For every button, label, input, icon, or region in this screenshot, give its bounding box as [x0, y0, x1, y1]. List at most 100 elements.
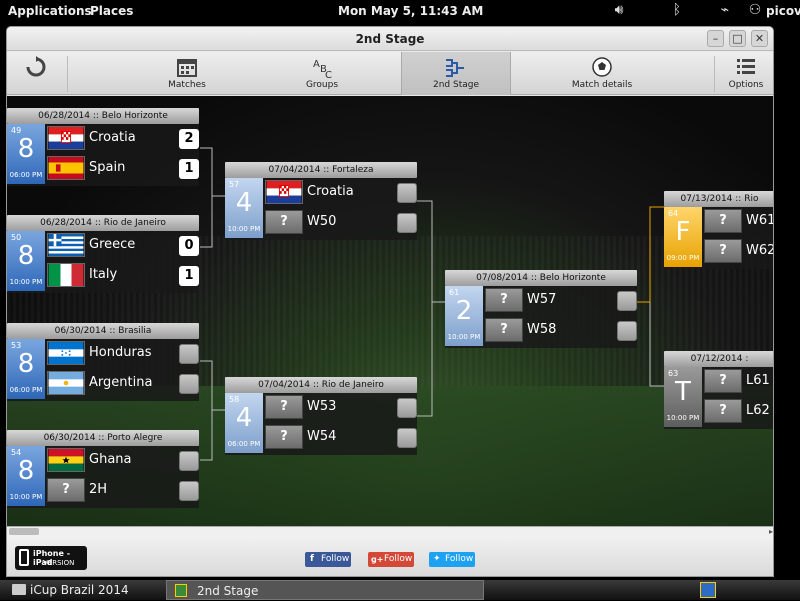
twitter-follow-button[interactable]: ✦ Follow: [429, 552, 475, 567]
workspace-switcher-icon[interactable]: [700, 582, 716, 598]
taskbar-item-label: 2nd Stage: [197, 584, 259, 598]
unknown-team-icon: ?: [265, 425, 303, 449]
user-name[interactable]: picov: [766, 4, 800, 18]
unknown-team-icon: ?: [265, 210, 303, 234]
taskbar-item-2nd-stage[interactable]: 2nd Stage: [166, 580, 484, 600]
team-name: Croatia: [89, 130, 136, 145]
google-plus-follow-button[interactable]: g+ Follow: [368, 552, 414, 567]
team-score[interactable]: [179, 344, 199, 364]
team-row[interactable]: Honduras: [47, 341, 199, 367]
match-54[interactable]: 06/30/2014 :: Porto Alegre 54 8 10:00 PM…: [7, 430, 199, 508]
toolbar-separator: [714, 56, 715, 92]
match-time: 10:00 PM: [9, 278, 43, 286]
match-day: 8: [17, 134, 35, 164]
follow-label: Follow: [321, 554, 350, 564]
minimize-button[interactable]: –: [707, 30, 724, 47]
team-row[interactable]: ? W53: [265, 395, 417, 421]
team-row[interactable]: Greece 0: [47, 233, 199, 259]
match-49[interactable]: 06/28/2014 :: Belo Horizonte 49 8 06:00 …: [7, 108, 199, 186]
match-header: 07/04/2014 :: Fortaleza: [225, 162, 417, 178]
team-score[interactable]: [179, 374, 199, 394]
title-bar[interactable]: 2nd Stage – □ ✕: [7, 27, 773, 51]
team-name: W50: [307, 214, 337, 229]
team-row[interactable]: Italy 1: [47, 263, 199, 289]
close-button[interactable]: ✕: [751, 30, 768, 47]
tab-match-details[interactable]: Match details: [547, 52, 657, 95]
match-63-third-place[interactable]: 07/12/2014 : 63 T 10:00 PM ? L61 ? L62: [664, 351, 773, 429]
team-row[interactable]: ? W57: [485, 288, 637, 314]
match-day: 8: [17, 456, 35, 486]
soccer-ball-icon: [547, 52, 657, 80]
team-row[interactable]: Spain 1: [47, 156, 199, 182]
team-row[interactable]: ? 2H: [47, 478, 199, 504]
team-name: 2H: [89, 482, 108, 497]
unknown-team-icon: ?: [704, 369, 742, 393]
taskbar-item-icup[interactable]: iCup Brazil 2014: [0, 580, 165, 600]
app-window: 2nd Stage – □ ✕ Matches ABC Groups 2nd S…: [6, 26, 774, 577]
tab-2nd-stage[interactable]: 2nd Stage: [401, 52, 511, 95]
footer-bar: iPhone - iPad VERSION f Follow g+ Follow…: [7, 536, 773, 576]
facebook-icon: f: [310, 554, 314, 564]
team-score: 1: [179, 159, 199, 179]
match-50[interactable]: 06/28/2014 :: Rio de Janeiro 50 8 10:00 …: [7, 215, 199, 293]
clock[interactable]: Mon May 5, 11:43 AM: [338, 4, 483, 18]
team-score[interactable]: [397, 183, 417, 203]
team-row[interactable]: ? W58: [485, 318, 637, 344]
team-score[interactable]: [617, 321, 637, 341]
maximize-button[interactable]: □: [729, 30, 746, 47]
match-body: 57 4 10:00 PM Croatia ? W50: [225, 178, 417, 240]
match-day-box: 64 F 09:00 PM: [664, 207, 702, 267]
match-time: 10:00 PM: [447, 333, 481, 341]
iphone-ipad-badge[interactable]: iPhone - iPad VERSION: [15, 546, 87, 570]
team-score[interactable]: [179, 481, 199, 501]
match-day: 8: [17, 241, 35, 271]
match-53[interactable]: 06/30/2014 :: Brasilia 53 8 06:00 PM Hon…: [7, 323, 199, 401]
network-icon[interactable]: ⌁: [716, 2, 734, 20]
tab-2nd-stage-label: 2nd Stage: [432, 80, 479, 90]
match-day: 4: [235, 188, 253, 218]
refresh-button[interactable]: [7, 52, 65, 95]
calendar-icon: [137, 52, 237, 80]
match-body: 63 T 10:00 PM ? L61 ? L62: [664, 367, 773, 429]
horizontal-scrollbar[interactable]: ▸: [7, 526, 773, 536]
team-row[interactable]: Croatia: [265, 180, 417, 206]
match-body: 61 2 10:00 PM ? W57 ? W58: [445, 286, 637, 348]
bluetooth-icon[interactable]: ᛒ: [668, 2, 686, 20]
match-61[interactable]: 07/08/2014 :: Belo Horizonte 61 2 10:00 …: [445, 270, 637, 348]
tab-groups[interactable]: ABC Groups: [272, 52, 372, 95]
tab-matches[interactable]: Matches: [137, 52, 237, 95]
applications-menu[interactable]: Applications: [8, 4, 92, 18]
match-58[interactable]: 07/04/2014 :: Rio de Janeiro 58 4 06:00 …: [225, 377, 417, 455]
team-name: Italy: [89, 267, 118, 282]
unknown-team-icon: ?: [485, 288, 523, 312]
scrollbar-thumb[interactable]: [9, 528, 39, 535]
match-header: 07/12/2014 :: [664, 351, 773, 367]
options-button[interactable]: Options: [717, 52, 773, 95]
facebook-follow-button[interactable]: f Follow: [305, 552, 351, 567]
team-row[interactable]: Croatia 2: [47, 126, 199, 152]
team-row[interactable]: ? W54: [265, 425, 417, 451]
team-row[interactable]: ? L62: [704, 399, 773, 425]
team-score[interactable]: [617, 291, 637, 311]
team-score[interactable]: [397, 213, 417, 233]
team-row[interactable]: ? W50: [265, 210, 417, 236]
greece-flag-icon: [47, 233, 85, 257]
places-menu[interactable]: Places: [90, 4, 133, 18]
match-day-box: 57 4 10:00 PM: [225, 178, 263, 238]
match-header: 06/28/2014 :: Rio de Janeiro: [7, 215, 199, 231]
team-row[interactable]: ? W62: [704, 239, 773, 265]
team-row[interactable]: Ghana: [47, 448, 199, 474]
team-row[interactable]: Argentina: [47, 371, 199, 397]
bracket-view: 06/28/2014 :: Belo Horizonte 49 8 06:00 …: [7, 96, 773, 526]
scroll-right-arrow-icon[interactable]: ▸: [769, 527, 773, 536]
team-name: Greece: [89, 237, 136, 252]
volume-icon[interactable]: 🔊︎: [610, 2, 628, 20]
match-64-final[interactable]: 07/13/2014 :: Rio 64 F 09:00 PM ? W61 ? …: [664, 191, 773, 269]
team-row[interactable]: ? L61: [704, 369, 773, 395]
match-57[interactable]: 07/04/2014 :: Fortaleza 57 4 10:00 PM Cr…: [225, 162, 417, 240]
taskbar: iCup Brazil 2014 2nd Stage: [0, 580, 800, 600]
team-score[interactable]: [179, 451, 199, 471]
team-score[interactable]: [397, 398, 417, 418]
team-score[interactable]: [397, 428, 417, 448]
team-row[interactable]: ? W61: [704, 209, 773, 235]
